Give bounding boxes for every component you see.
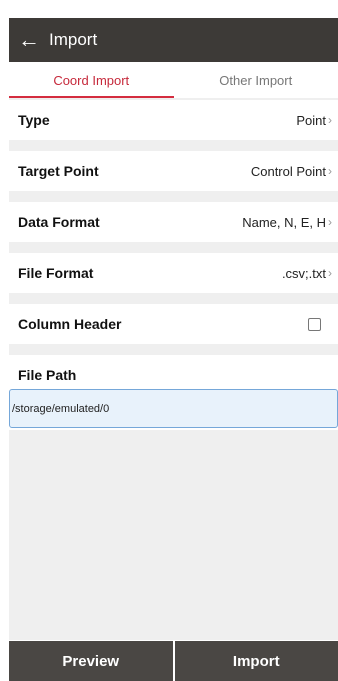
data-format-label: Data Format — [18, 214, 100, 230]
target-point-value: Control Point — [250, 163, 326, 179]
type-row[interactable]: Type Point › — [9, 100, 338, 140]
tab-other-import[interactable]: Other Import — [174, 62, 338, 98]
title-bar: ← Import — [9, 18, 338, 62]
column-header-label: Column Header — [18, 316, 122, 332]
file-format-value: .csv;.txt — [281, 265, 326, 281]
empty-area — [9, 430, 338, 640]
target-point-label: Target Point — [18, 163, 99, 179]
file-path-header: File Path — [9, 362, 338, 388]
file-format-row[interactable]: File Format .csv;.txt › — [9, 253, 338, 293]
data-format-value: Name, N, E, H — [242, 214, 326, 230]
page-title: Import — [49, 30, 98, 49]
file-format-label: File Format — [18, 265, 94, 281]
type-value: Point — [296, 112, 326, 128]
data-format-row[interactable]: Data Format Name, N, E, H › — [9, 202, 338, 242]
file-path-label: File Path — [18, 367, 77, 383]
chevron-right-icon: › — [328, 113, 332, 127]
tab-coord-import[interactable]: Coord Import — [9, 62, 174, 98]
chevron-right-icon: › — [328, 215, 332, 229]
divider — [9, 293, 338, 304]
target-point-row[interactable]: Target Point Control Point › — [9, 151, 338, 191]
column-header-row: Column Header — [9, 304, 338, 344]
button-bar: Preview Import — [9, 641, 338, 681]
preview-button[interactable]: Preview — [9, 641, 173, 681]
back-arrow-icon[interactable]: ← — [9, 18, 49, 62]
divider — [9, 344, 338, 355]
divider — [9, 191, 338, 202]
chevron-right-icon: › — [328, 266, 332, 280]
import-button[interactable]: Import — [174, 641, 338, 681]
file-path-input[interactable]: /storage/emulated/0 — [9, 389, 338, 428]
divider — [9, 140, 338, 151]
column-header-checkbox[interactable] — [308, 317, 321, 331]
tab-bar: Coord Import Other Import — [9, 62, 338, 98]
chevron-right-icon: › — [328, 164, 332, 178]
divider — [9, 242, 338, 253]
type-label: Type — [18, 112, 50, 128]
